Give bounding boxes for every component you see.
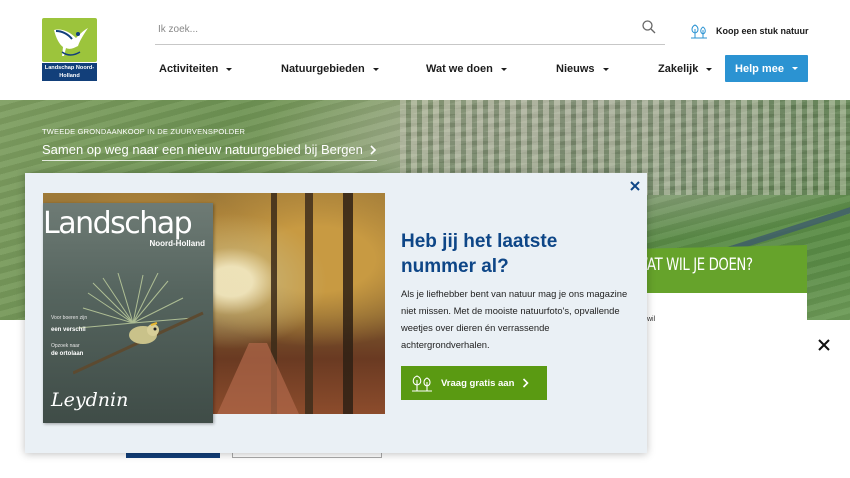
what-to-do-title: WAT WIL JE DOEN?	[635, 255, 753, 275]
magazine-signature: Leydnin	[51, 389, 129, 411]
nav-item-activiteiten[interactable]: Activiteiten	[159, 55, 233, 83]
main-nav: Activiteiten Natuurgebieden Wat we doen …	[0, 55, 850, 83]
what-to-do-body	[635, 293, 807, 325]
caret-down-icon	[226, 67, 233, 71]
hero-headline: Samen op weg naar een nieuw natuurgebied…	[42, 142, 363, 157]
magazine-subtitle: Noord-Holland	[149, 239, 205, 248]
nav-item-wat-we-doen[interactable]: Wat we doen	[426, 55, 507, 83]
nav-item-natuurgebieden[interactable]: Natuurgebieden	[281, 55, 379, 83]
page: Landschap Noord-Holland Koop een stuk na…	[0, 0, 850, 478]
modal-heading: Heb jij het laatste nummer al?	[401, 231, 558, 277]
buy-nature-label: Koop een stuk natuur	[716, 26, 809, 36]
what-to-do-panel: WAT WIL JE DOEN? wil	[635, 245, 807, 325]
close-icon[interactable]	[817, 338, 831, 352]
site-header: Landschap Noord-Holland Koop een stuk na…	[0, 0, 850, 100]
nav-label: Activiteiten	[159, 63, 219, 75]
nav-label: Wat we doen	[426, 63, 493, 75]
help-mee-label: Help mee	[735, 62, 784, 75]
hero-kicker: TWEEDE GRONDAANKOOP IN DE ZUURVENSPOLDER	[42, 127, 246, 136]
search-input[interactable]	[155, 19, 625, 39]
nav-item-zakelijk[interactable]: Zakelijk	[658, 55, 713, 83]
magazine-modal: Landschap Noord-Holland Voor boeren zijn…	[25, 173, 647, 453]
help-mee-button[interactable]: Help mee	[725, 55, 808, 82]
caret-down-icon	[602, 67, 609, 71]
tree-icon	[412, 375, 432, 392]
chevron-right-icon	[370, 144, 377, 155]
caret-down-icon	[500, 67, 507, 71]
request-free-button[interactable]: Vraag gratis aan	[401, 366, 547, 400]
magazine-title: Landschap	[43, 206, 193, 241]
modal-body-text: Als je liefhebber bent van natuur mag je…	[401, 288, 628, 350]
magazine-line-2: de ortolaan	[51, 351, 84, 357]
magazine-cover-text: Opzoek naar	[51, 343, 80, 349]
search-bar	[155, 13, 665, 45]
buy-nature-link[interactable]: Koop een stuk natuur	[690, 22, 809, 40]
nav-label: Natuurgebieden	[281, 63, 365, 75]
nav-label: Nieuws	[556, 63, 595, 75]
nav-item-nieuws[interactable]: Nieuws	[556, 55, 609, 83]
magazine-line-1: een verschil	[51, 327, 86, 333]
hero-headline-link[interactable]: Samen op weg naar een nieuw natuurgebied…	[42, 142, 377, 161]
close-icon[interactable]	[628, 179, 642, 193]
caret-down-icon	[706, 67, 713, 71]
caret-down-icon	[372, 67, 379, 71]
caret-down-icon	[791, 67, 798, 70]
nav-label: Zakelijk	[658, 63, 699, 75]
magazine-cover: Landschap Noord-Holland Voor boeren zijn…	[43, 203, 213, 423]
search-icon[interactable]	[641, 19, 657, 35]
pine-branch-bird-icon	[73, 273, 204, 375]
magazine-cover-text: Voor boeren zijn	[51, 315, 88, 321]
what-to-do-snippet: wil	[647, 316, 656, 323]
tree-icon	[691, 24, 707, 39]
request-free-label: Vraag gratis aan	[441, 377, 515, 389]
chevron-right-icon	[523, 378, 530, 388]
